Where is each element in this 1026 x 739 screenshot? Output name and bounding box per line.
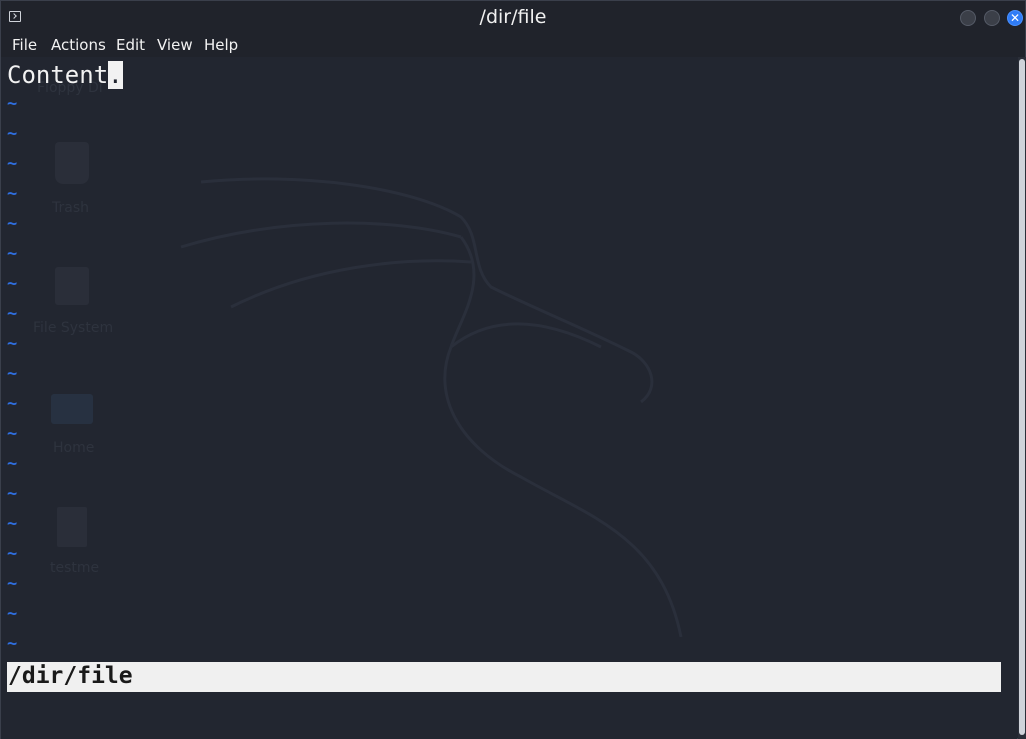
scrollbar[interactable]: [1018, 57, 1026, 739]
empty-line-tilde: ~: [7, 274, 18, 294]
desktop-label-file-system: File System: [33, 320, 114, 336]
empty-line-tilde: ~: [7, 544, 18, 564]
menu-help[interactable]: Help: [204, 36, 238, 54]
close-icon[interactable]: ✕: [1007, 10, 1023, 26]
desktop-label-trash: Trash: [52, 200, 89, 216]
window-title: /dir/file: [479, 6, 547, 28]
empty-line-tilde: ~: [7, 154, 18, 174]
empty-line-tilde: ~: [7, 124, 18, 144]
text-cursor: .: [108, 61, 123, 89]
empty-line-tilde: ~: [7, 304, 18, 324]
home-folder-icon: [51, 394, 93, 424]
menu-bar: File Actions Edit View Help: [1, 33, 1025, 57]
scrollbar-thumb[interactable]: [1019, 59, 1025, 735]
maximize-icon[interactable]: [984, 10, 1000, 26]
desktop-label-home: Home: [53, 440, 95, 456]
status-line: /dir/file: [7, 662, 1001, 692]
empty-line-tilde: ~: [7, 424, 18, 444]
menu-actions[interactable]: Actions: [51, 36, 106, 54]
empty-line-tilde: ~: [7, 94, 18, 114]
dragon-watermark-icon: [180, 177, 683, 637]
empty-line-tilde: ~: [7, 394, 18, 414]
menu-edit[interactable]: Edit: [116, 36, 145, 54]
empty-line-tilde: ~: [7, 244, 18, 264]
file-icon: [57, 507, 87, 547]
desktop-label-testme: testme: [50, 560, 100, 576]
editor-line-1: Content.: [7, 61, 123, 89]
empty-line-tilde: ~: [7, 484, 18, 504]
empty-line-tilde: ~: [7, 364, 18, 384]
editor-content-text: Content: [7, 61, 109, 89]
title-bar[interactable]: /dir/file ✕: [1, 1, 1025, 33]
empty-line-tilde: ~: [7, 574, 18, 594]
empty-line-tilde: ~: [7, 514, 18, 534]
menu-file[interactable]: File: [12, 36, 37, 54]
empty-line-tilde: ~: [7, 334, 18, 354]
empty-line-tilde: ~: [7, 214, 18, 234]
terminal-area[interactable]: Trash File System Home testme Floppy Di …: [1, 57, 1017, 739]
drive-icon: [55, 267, 89, 305]
empty-line-tilde: ~: [7, 604, 18, 624]
empty-line-tilde: ~: [7, 454, 18, 474]
empty-line-tilde: ~: [7, 634, 18, 654]
trash-icon: [55, 142, 89, 184]
menu-view[interactable]: View: [157, 36, 193, 54]
empty-line-tilde: ~: [7, 184, 18, 204]
terminal-window: /dir/file ✕ File Actions Edit View Help …: [0, 0, 1026, 739]
minimize-icon[interactable]: [960, 10, 976, 26]
